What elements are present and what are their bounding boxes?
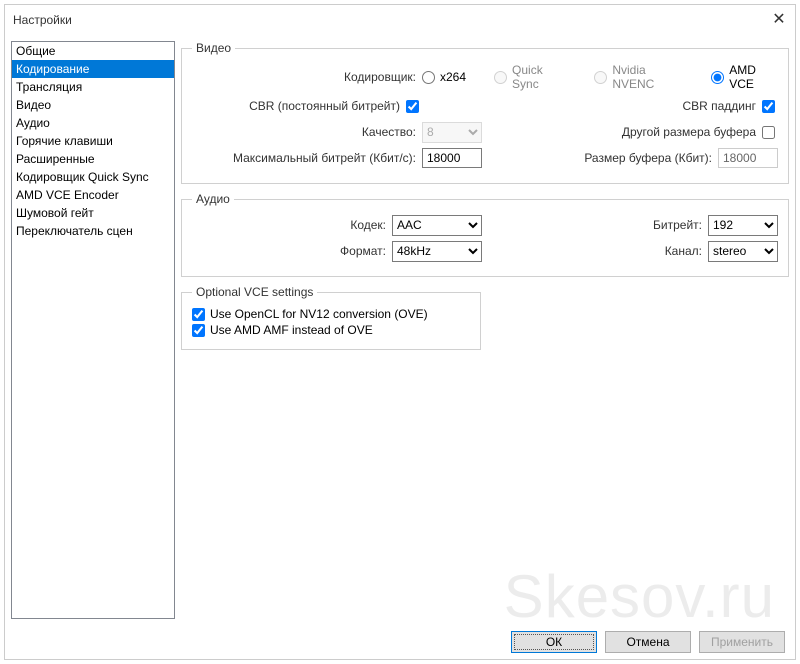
sidebar-item-video[interactable]: Видео xyxy=(12,96,174,114)
close-icon[interactable]: ✕ xyxy=(769,9,789,29)
bitrate-label: Битрейт: xyxy=(653,218,708,232)
sidebar-item-general[interactable]: Общие xyxy=(12,42,174,60)
bitrate-select[interactable]: 192 xyxy=(708,215,778,236)
opencl-checkbox[interactable] xyxy=(192,308,205,321)
format-select[interactable]: 48kHz xyxy=(392,241,482,262)
encoder-amdvce[interactable]: AMD VCE xyxy=(711,63,778,91)
cbr-label: CBR (постоянный битрейт) xyxy=(249,99,406,113)
format-label: Формат: xyxy=(340,244,392,258)
titlebar: Настройки ✕ xyxy=(5,5,795,35)
cbr-padding-checkbox[interactable] xyxy=(762,100,775,113)
ok-button[interactable]: ОК xyxy=(511,631,597,653)
codec-select[interactable]: AAC xyxy=(392,215,482,236)
channel-select[interactable]: stereo xyxy=(708,241,778,262)
sidebar-item-hotkeys[interactable]: Горячие клавиши xyxy=(12,132,174,150)
encoder-nvenc: Nvidia NVENC xyxy=(594,63,683,91)
buffer-size-label: Размер буфера (Кбит): xyxy=(584,151,718,165)
vce-legend: Optional VCE settings xyxy=(192,285,317,299)
encoder-x264[interactable]: x264 xyxy=(422,70,466,84)
video-legend: Видео xyxy=(192,41,235,55)
audio-group: Аудио Кодек: AAC Битрейт: 192 Формат: xyxy=(181,192,789,277)
max-bitrate-label: Максимальный битрейт (Кбит/с): xyxy=(233,151,422,165)
sidebar-item-advanced[interactable]: Расширенные xyxy=(12,150,174,168)
custom-buffer-label: Другой размера буфера xyxy=(622,125,762,139)
cbr-padding-label: CBR паддинг xyxy=(682,99,762,113)
audio-legend: Аудио xyxy=(192,192,234,206)
window-title: Настройки xyxy=(13,13,72,27)
amf-checkbox[interactable] xyxy=(192,324,205,337)
category-sidebar[interactable]: Общие Кодирование Трансляция Видео Аудио… xyxy=(11,41,175,619)
sidebar-item-encoding[interactable]: Кодирование xyxy=(12,60,174,78)
encoder-quicksync: Quick Sync xyxy=(494,63,566,91)
amf-label[interactable]: Use AMD AMF instead of OVE xyxy=(210,323,373,337)
cancel-button[interactable]: Отмена xyxy=(605,631,691,653)
settings-dialog: Настройки ✕ Общие Кодирование Трансляция… xyxy=(4,4,796,660)
quality-label: Качество: xyxy=(362,125,422,139)
codec-label: Кодек: xyxy=(350,218,392,232)
custom-buffer-checkbox[interactable] xyxy=(762,126,775,139)
sidebar-item-amdvce[interactable]: AMD VCE Encoder xyxy=(12,186,174,204)
channel-label: Канал: xyxy=(665,244,708,258)
apply-button: Применить xyxy=(699,631,785,653)
settings-content: Видео Кодировщик: x264 Quick Sync Nvidia… xyxy=(181,41,789,619)
video-group: Видео Кодировщик: x264 Quick Sync Nvidia… xyxy=(181,41,789,184)
sidebar-item-quicksync[interactable]: Кодировщик Quick Sync xyxy=(12,168,174,186)
cbr-checkbox[interactable] xyxy=(406,100,419,113)
sidebar-item-broadcast[interactable]: Трансляция xyxy=(12,78,174,96)
max-bitrate-input[interactable] xyxy=(422,148,482,168)
sidebar-item-scene-switcher[interactable]: Переключатель сцен xyxy=(12,222,174,240)
sidebar-item-noisegate[interactable]: Шумовой гейт xyxy=(12,204,174,222)
opencl-label[interactable]: Use OpenCL for NV12 conversion (OVE) xyxy=(210,307,428,321)
vce-group: Optional VCE settings Use OpenCL for NV1… xyxy=(181,285,481,350)
encoder-label: Кодировщик: xyxy=(344,70,422,84)
dialog-buttons: ОК Отмена Применить xyxy=(5,625,795,659)
quality-select: 8 xyxy=(422,122,482,143)
sidebar-item-audio[interactable]: Аудио xyxy=(12,114,174,132)
buffer-size-input xyxy=(718,148,778,168)
